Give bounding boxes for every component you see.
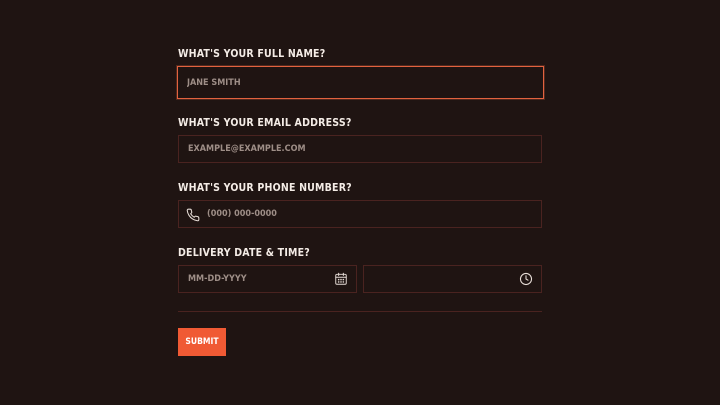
name-input[interactable] [178,67,543,98]
time-input[interactable] [364,266,541,292]
phone-group: WHAT'S YOUR PHONE NUMBER? [178,181,542,228]
email-field[interactable] [178,135,542,163]
date-field[interactable] [178,265,357,293]
phone-label: WHAT'S YOUR PHONE NUMBER? [178,182,352,194]
email-group: WHAT'S YOUR EMAIL ADDRESS? [178,116,542,163]
date-input[interactable] [179,266,356,292]
email-label: WHAT'S YOUR EMAIL ADDRESS? [178,117,352,129]
phone-field[interactable] [178,200,542,228]
name-group: WHAT'S YOUR FULL NAME? [177,47,544,99]
submit-button[interactable]: SUBMIT [178,328,226,356]
calendar-icon[interactable] [334,272,348,286]
form-divider [178,311,542,312]
delivery-label: DELIVERY DATE & TIME? [178,247,310,259]
time-field[interactable] [363,265,542,293]
email-input[interactable] [179,136,541,162]
name-field[interactable] [177,66,544,99]
name-label: WHAT'S YOUR FULL NAME? [178,48,326,60]
clock-icon[interactable] [519,272,533,286]
delivery-row [178,265,542,293]
delivery-form: WHAT'S YOUR FULL NAME? WHAT'S YOUR EMAIL… [177,47,544,356]
phone-input[interactable] [179,201,541,227]
delivery-group: DELIVERY DATE & TIME? [178,246,542,293]
